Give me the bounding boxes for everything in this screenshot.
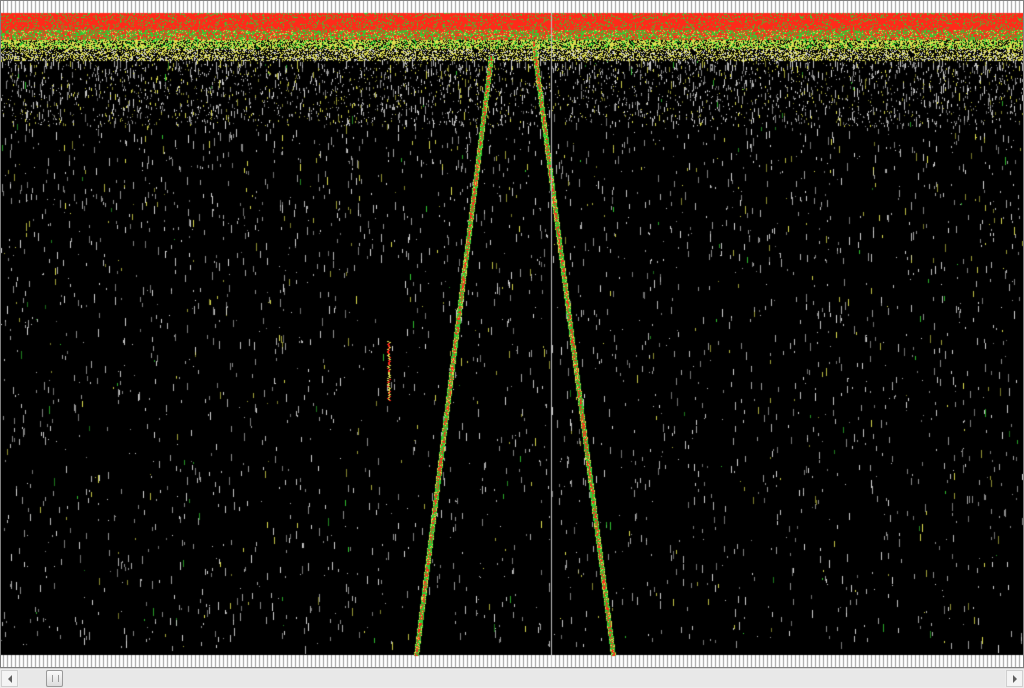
chevron-right-icon xyxy=(1012,674,1018,683)
horizontal-scrollbar[interactable] xyxy=(0,668,1024,688)
scroll-thumb[interactable] xyxy=(46,670,63,687)
waterfall-viewer xyxy=(0,0,1024,688)
waterfall-panel[interactable] xyxy=(0,0,1024,668)
scroll-right-button[interactable] xyxy=(1006,670,1023,687)
scroll-left-button[interactable] xyxy=(1,670,18,687)
chevron-left-icon xyxy=(7,674,13,683)
scroll-track[interactable] xyxy=(19,670,1005,687)
waterfall-display[interactable] xyxy=(1,1,1023,667)
